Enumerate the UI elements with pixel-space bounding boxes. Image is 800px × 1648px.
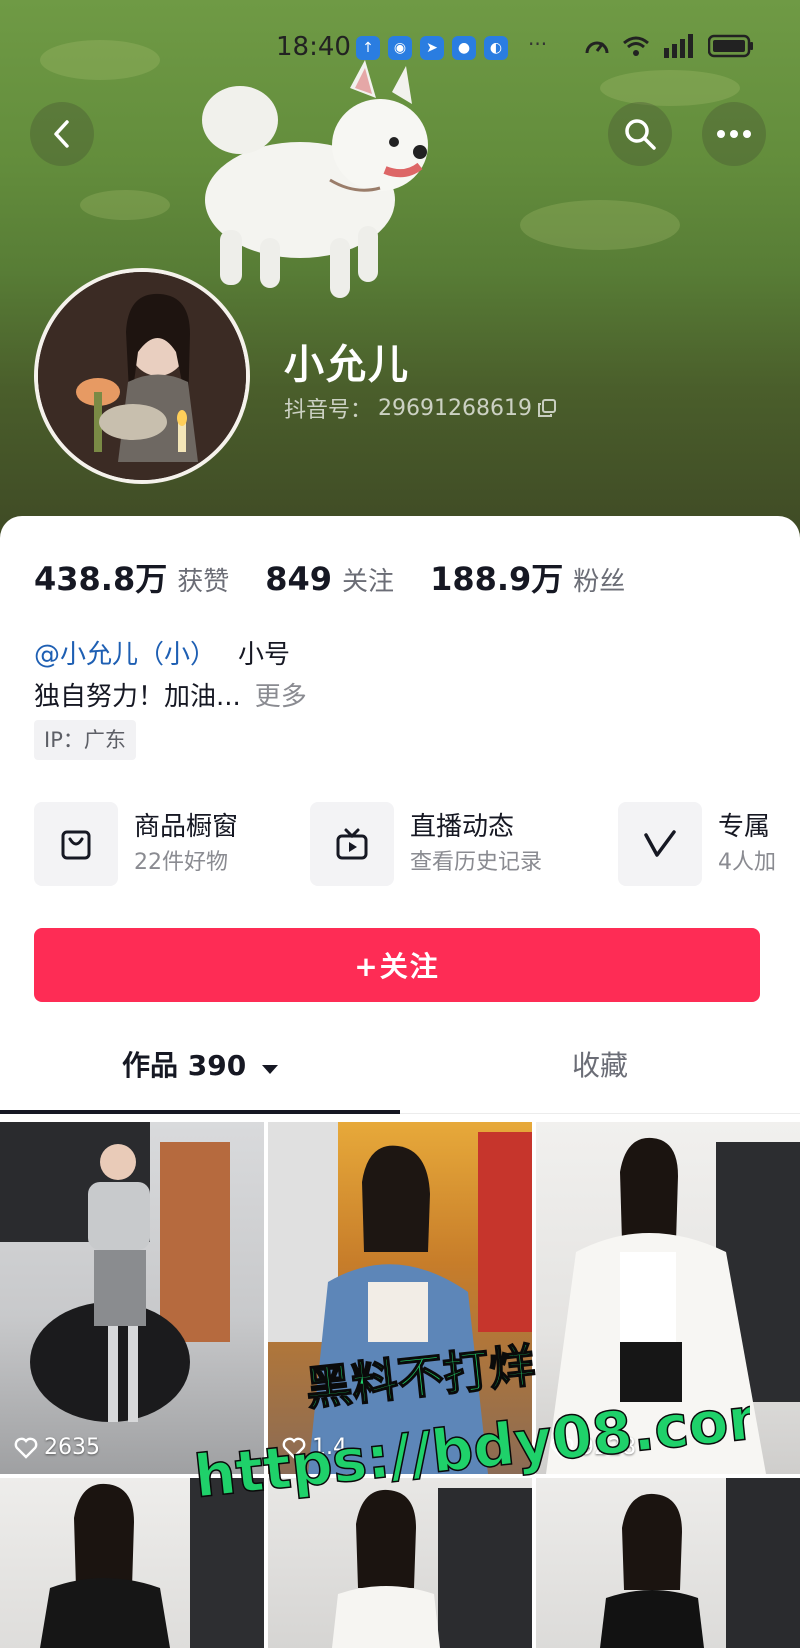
stat-likes[interactable]: 438.8万 获赞 bbox=[34, 554, 229, 600]
stat-value: 188.9万 bbox=[430, 560, 564, 598]
content-tabs: 作品 390 收藏 bbox=[0, 1018, 800, 1114]
mention-link[interactable]: @小允儿（小） bbox=[34, 640, 216, 670]
profile-name: 小允儿 bbox=[284, 342, 410, 388]
service-shop-window[interactable]: 商品橱窗 22件好物 bbox=[34, 802, 238, 886]
bio-text: 独自努力！加油... bbox=[34, 682, 241, 712]
search-button[interactable] bbox=[608, 102, 672, 166]
stat-followers[interactable]: 188.9万 粉丝 bbox=[430, 554, 625, 600]
service-title: 专属 bbox=[718, 812, 771, 842]
video-thumbnail bbox=[0, 1122, 230, 1422]
ip-badge: IP：广东 bbox=[34, 720, 136, 760]
video-tile[interactable] bbox=[268, 1478, 532, 1648]
upload-icon: ↑ bbox=[356, 36, 380, 60]
video-likes: 1.4 bbox=[282, 1435, 347, 1460]
video-thumbnail bbox=[600, 1478, 800, 1648]
avatar-image bbox=[38, 272, 246, 480]
video-grid: 2635 1.4 9228 bbox=[0, 1122, 800, 1648]
stat-label: 关注 bbox=[342, 567, 395, 597]
v-icon bbox=[644, 830, 676, 857]
douyin-id-label: 抖音号： bbox=[284, 398, 373, 423]
chevron-left-icon bbox=[54, 120, 69, 148]
status-time: 18:40 bbox=[276, 32, 351, 62]
more-button[interactable] bbox=[702, 102, 766, 166]
speed-icon bbox=[585, 41, 609, 54]
avatar[interactable] bbox=[34, 268, 250, 484]
stat-label: 粉丝 bbox=[573, 567, 626, 597]
video-tile[interactable]: 2635 bbox=[0, 1122, 264, 1474]
status-bar: 18:40 ↑ ◉ ➤ ● ◐ ··· bbox=[0, 28, 800, 68]
copy-icon[interactable] bbox=[537, 399, 556, 417]
shopping-bag-icon bbox=[61, 830, 91, 860]
service-exclusive[interactable]: 专属 4人加 bbox=[618, 802, 776, 886]
tv-icon bbox=[336, 828, 368, 860]
stats-row: 438.8万 获赞 849 关注 188.9万 粉丝 bbox=[34, 554, 661, 600]
more-icon bbox=[717, 130, 751, 138]
services-row: 商品橱窗 22件好物 直播动态 查看历史记录 专属 4人加 bbox=[34, 802, 800, 886]
chat-icon: ● bbox=[452, 36, 476, 60]
douyin-id[interactable]: 抖音号： 29691268619 bbox=[284, 392, 556, 424]
video-thumbnail bbox=[40, 1478, 264, 1648]
tab-favorites[interactable]: 收藏 bbox=[400, 1018, 800, 1114]
service-live-history[interactable]: 直播动态 查看历史记录 bbox=[310, 802, 542, 886]
caret-down-icon bbox=[261, 1065, 278, 1074]
service-subtitle: 22件好物 bbox=[134, 850, 228, 875]
bio: @小允儿（小） 小号 独自努力！加油... 更多 bbox=[34, 634, 307, 718]
search-icon bbox=[625, 119, 656, 150]
stat-following[interactable]: 849 关注 bbox=[265, 560, 394, 598]
hotspot-icon: ◉ bbox=[388, 36, 412, 60]
heart-icon bbox=[282, 1437, 306, 1459]
service-subtitle: 4人加 bbox=[718, 850, 776, 875]
video-likes-count: 1.4 bbox=[312, 1435, 347, 1460]
follow-button[interactable]: +关注 bbox=[34, 928, 760, 1002]
browser-icon: ◐ bbox=[484, 36, 508, 60]
status-more-icon: ··· bbox=[528, 32, 548, 56]
tab-works[interactable]: 作品 390 bbox=[0, 1018, 400, 1114]
alt-account-label: 小号 bbox=[238, 640, 291, 670]
service-title: 商品橱窗 bbox=[134, 812, 239, 842]
stat-value: 849 bbox=[265, 560, 333, 598]
signal-icon bbox=[664, 34, 693, 58]
dog-cover-image bbox=[202, 60, 428, 298]
battery-icon bbox=[708, 34, 753, 58]
video-tile[interactable]: 1.4 bbox=[268, 1122, 532, 1474]
video-thumbnail bbox=[546, 1137, 800, 1474]
stat-value: 438.8万 bbox=[34, 560, 168, 598]
bio-more-link[interactable]: 更多 bbox=[255, 682, 307, 712]
video-tile[interactable] bbox=[0, 1478, 264, 1648]
video-thumbnail bbox=[332, 1488, 532, 1648]
back-button[interactable] bbox=[30, 102, 94, 166]
video-likes-count: 2635 bbox=[44, 1435, 100, 1460]
video-likes: 2635 bbox=[14, 1435, 100, 1460]
stat-label: 获赞 bbox=[177, 567, 230, 597]
service-title: 直播动态 bbox=[410, 812, 515, 842]
service-subtitle: 查看历史记录 bbox=[410, 850, 543, 875]
wifi-icon bbox=[623, 36, 649, 56]
video-tile[interactable] bbox=[536, 1478, 800, 1648]
telegram-icon: ➤ bbox=[420, 36, 444, 60]
douyin-id-value: 29691268619 bbox=[378, 395, 532, 421]
tab-indicator bbox=[0, 1110, 400, 1114]
video-thumbnail bbox=[268, 1122, 532, 1474]
video-likes-count: 9228 bbox=[580, 1435, 636, 1460]
video-tile[interactable]: 9228 bbox=[536, 1122, 800, 1474]
profile-cover: 18:40 ↑ ◉ ➤ ● ◐ ··· 小允儿 抖音号： 29691268619 bbox=[0, 0, 800, 540]
heart-icon bbox=[550, 1437, 574, 1459]
video-likes: 9228 bbox=[550, 1435, 636, 1460]
heart-icon bbox=[14, 1437, 38, 1459]
tab-works-label: 作品 390 bbox=[122, 1049, 247, 1082]
